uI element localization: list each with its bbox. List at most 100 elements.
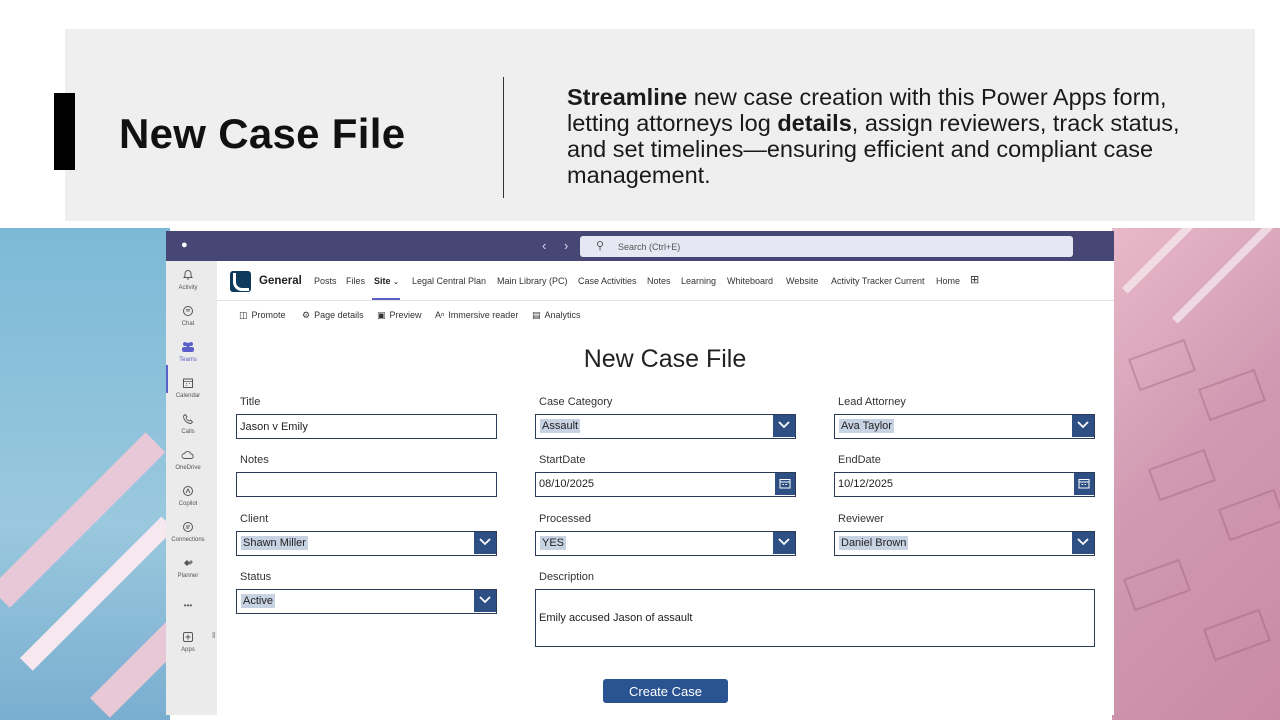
rail-resize-grip[interactable]: ‖ <box>212 631 215 640</box>
end-date-value: 10/12/2025 <box>838 478 894 490</box>
reviewer-selected-value: Daniel Brown <box>839 536 909 550</box>
preview-icon: ▣ <box>377 310 386 320</box>
chevron-down-icon[interactable] <box>1072 415 1094 437</box>
channel-header: General Posts Files Site ⌄ Legal Central… <box>217 261 1114 301</box>
immersive-reader-button[interactable]: Aⁿ Immersive reader <box>435 310 518 320</box>
tab-notes[interactable]: Notes <box>647 276 671 286</box>
search-input[interactable] <box>618 238 1048 255</box>
description-label: Description <box>539 571 595 583</box>
description-textarea[interactable]: Emily accused Jason of assault <box>535 589 1095 647</box>
tab-site-label: Site <box>374 276 391 286</box>
rail-item-onedrive[interactable]: OneDrive <box>166 449 210 471</box>
calendar-icon[interactable] <box>1074 473 1094 495</box>
rail-item-calls[interactable]: Calls <box>166 413 210 435</box>
tab-home[interactable]: Home <box>936 276 960 286</box>
bell-icon <box>166 269 210 283</box>
channel-logo-icon <box>230 271 251 292</box>
connections-icon <box>166 521 210 535</box>
case-category-selected-value: Assault <box>540 419 581 433</box>
search-box[interactable]: ⚲ <box>580 236 1073 257</box>
calendar-icon[interactable] <box>775 473 795 495</box>
planner-icon <box>166 557 210 571</box>
client-dropdown[interactable]: Shawn Miller <box>236 531 497 556</box>
reviewer-dropdown[interactable]: Daniel Brown <box>834 531 1095 556</box>
notes-label: Notes <box>240 454 269 466</box>
tab-files[interactable]: Files <box>346 276 365 286</box>
end-date-label: EndDate <box>838 454 881 466</box>
client-label: Client <box>240 513 269 525</box>
cloud-icon <box>166 449 210 463</box>
tab-whiteboard[interactable]: Whiteboard <box>727 276 773 286</box>
chevron-down-icon[interactable] <box>474 590 496 612</box>
case-category-dropdown[interactable]: Assault <box>535 414 796 439</box>
processed-selected-value: YES <box>540 536 567 550</box>
channel-name: General <box>259 275 302 287</box>
create-case-button[interactable]: Create Case <box>603 679 728 703</box>
rail-item-activity[interactable]: Activity <box>166 269 210 291</box>
copilot-icon <box>166 485 210 499</box>
chevron-down-icon[interactable] <box>773 532 795 554</box>
status-dropdown[interactable]: Active <box>236 589 497 614</box>
tab-case-activities[interactable]: Case Activities <box>578 276 637 286</box>
lead-attorney-label: Lead Attorney <box>838 396 906 408</box>
slide-description: Streamline new case creation with this P… <box>567 84 1207 188</box>
tab-activity-tracker-current[interactable]: Activity Tracker Current <box>831 276 925 286</box>
slide-title: New Case File <box>119 110 406 157</box>
active-tab-underline <box>372 298 400 300</box>
rail-item-calendar[interactable]: Calendar <box>166 377 210 399</box>
preview-button[interactable]: ▣ Preview <box>377 310 422 321</box>
title-input[interactable] <box>236 414 497 439</box>
rail-item-apps[interactable]: Apps <box>166 631 210 653</box>
accent-bar <box>54 93 75 170</box>
lead-attorney-dropdown[interactable]: Ava Taylor <box>834 414 1095 439</box>
start-date-value: 08/10/2025 <box>539 478 595 490</box>
rail-item-chat[interactable]: Chat <box>166 305 210 327</box>
end-date-picker[interactable]: 10/12/2025 <box>834 472 1095 497</box>
chevron-down-icon: ⌄ <box>393 279 399 286</box>
add-tab-icon[interactable]: ⊞ <box>970 273 979 286</box>
processed-label: Processed <box>539 513 591 525</box>
tab-legal-central-plan[interactable]: Legal Central Plan <box>412 276 486 286</box>
app-rail: Activity Chat Teams Calendar Calls OneDr… <box>166 261 217 715</box>
gear-icon: ⚙ <box>302 310 311 320</box>
start-date-picker[interactable]: 08/10/2025 <box>535 472 796 497</box>
teams-titlebar: ● ‹ › ⚲ <box>166 231 1114 261</box>
search-icon: ⚲ <box>596 240 605 252</box>
rail-item-planner[interactable]: Planner <box>166 557 210 579</box>
apps-icon <box>166 631 210 645</box>
analytics-button[interactable]: ▤ Analytics <box>532 310 581 321</box>
chevron-down-icon[interactable] <box>474 532 496 554</box>
chevron-down-icon[interactable] <box>773 415 795 437</box>
promote-button[interactable]: ◫ Promote <box>239 310 286 321</box>
rail-item-more[interactable]: ••• <box>166 599 210 613</box>
tab-posts[interactable]: Posts <box>314 276 337 286</box>
chevron-down-icon[interactable] <box>1072 532 1094 554</box>
page-details-button[interactable]: ⚙ Page details <box>302 310 364 321</box>
status-label: Status <box>240 571 272 583</box>
forward-arrow-icon[interactable]: › <box>564 238 568 253</box>
analytics-icon: ▤ <box>532 310 541 320</box>
tab-main-library[interactable]: Main Library (PC) <box>497 276 568 286</box>
client-selected-value: Shawn Miller <box>241 536 308 550</box>
tab-site[interactable]: Site ⌄ <box>374 276 399 286</box>
header-divider <box>503 77 504 198</box>
form-title: New Case File <box>583 345 747 373</box>
rail-item-copilot[interactable]: Copilot <box>166 485 210 507</box>
start-date-label: StartDate <box>539 454 586 466</box>
tab-website[interactable]: Website <box>786 276 818 286</box>
back-arrow-icon[interactable]: ‹ <box>542 238 546 253</box>
case-category-label: Case Category <box>539 396 613 408</box>
rail-item-connections[interactable]: Connections <box>166 521 210 543</box>
processed-dropdown[interactable]: YES <box>535 531 796 556</box>
phone-icon <box>166 413 210 427</box>
lead-attorney-selected-value: Ava Taylor <box>839 419 894 433</box>
calendar-icon <box>166 377 210 391</box>
description-value: Emily accused Jason of assault <box>539 612 693 624</box>
background-right <box>1112 228 1280 720</box>
tab-learning[interactable]: Learning <box>681 276 716 286</box>
notes-input[interactable] <box>236 472 497 497</box>
desc-bold-streamline: Streamline <box>567 84 688 110</box>
desc-bold-details: details <box>777 110 852 136</box>
chat-icon <box>166 305 210 319</box>
teams-window: ● ‹ › ⚲ Activity Chat Teams <box>166 231 1114 715</box>
